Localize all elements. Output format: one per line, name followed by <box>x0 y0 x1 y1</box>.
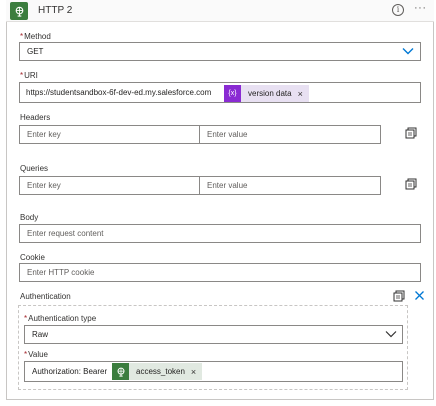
switch-to-text-mode-icon[interactable] <box>393 290 405 302</box>
token-label: version data <box>248 89 292 98</box>
method-label: *Method <box>20 32 51 41</box>
variable-icon: {x} <box>224 85 241 102</box>
authentication-type-select[interactable]: Raw <box>24 325 403 344</box>
authentication-value-text: Authorization: Bearer <box>32 367 108 376</box>
value-label: *Value <box>24 350 48 359</box>
authentication-type-value: Raw <box>32 330 49 339</box>
switch-to-text-mode-icon[interactable] <box>405 127 417 139</box>
headers-key-input[interactable]: Enter key <box>19 125 200 144</box>
authentication-value-input[interactable]: Authorization: Bearer <box>24 361 403 382</box>
access-token-token[interactable]: access_token × <box>112 363 203 380</box>
cookie-label: Cookie <box>20 253 45 262</box>
headers-value-input[interactable]: Enter value <box>199 125 381 144</box>
queries-key-input[interactable]: Enter key <box>19 176 200 195</box>
uri-label: *URI <box>20 71 38 80</box>
queries-label: Queries <box>20 164 49 173</box>
switch-to-text-mode-icon[interactable] <box>405 178 417 190</box>
more-icon[interactable]: ··· <box>414 2 427 14</box>
headers-label: Headers <box>20 113 51 122</box>
action-title[interactable]: HTTP 2 <box>38 5 72 16</box>
queries-key-placeholder: Enter key <box>27 181 61 190</box>
token-remove-icon[interactable]: × <box>191 367 196 377</box>
chevron-down-icon[interactable] <box>402 47 414 57</box>
queries-value-placeholder: Enter value <box>207 181 248 190</box>
close-icon[interactable] <box>414 290 425 301</box>
uri-value: https://studentsandbox-6f-dev-ed.my.sale… <box>26 88 212 97</box>
info-icon[interactable]: i <box>392 4 404 16</box>
headers-value-placeholder: Enter value <box>207 130 248 139</box>
authentication-label: Authentication <box>20 292 71 301</box>
method-select[interactable]: GET <box>19 42 421 61</box>
chevron-down-icon[interactable] <box>385 330 397 340</box>
version-data-token[interactable]: {x} version data × <box>224 85 309 102</box>
cookie-input[interactable]: Enter HTTP cookie <box>19 263 421 282</box>
body-label: Body <box>20 213 39 222</box>
token-remove-icon[interactable]: × <box>298 89 303 99</box>
cookie-placeholder: Enter HTTP cookie <box>27 268 95 277</box>
method-value: GET <box>27 47 44 56</box>
uri-input[interactable]: https://studentsandbox-6f-dev-ed.my.sale… <box>19 82 421 103</box>
authentication-type-label: *Authentication type <box>24 314 97 323</box>
body-placeholder: Enter request content <box>27 229 104 238</box>
body-input[interactable]: Enter request content <box>19 224 421 243</box>
globe-icon <box>10 2 28 20</box>
queries-value-input[interactable]: Enter value <box>199 176 381 195</box>
token-label: access_token <box>136 367 185 376</box>
headers-key-placeholder: Enter key <box>27 130 61 139</box>
globe-icon <box>112 363 129 380</box>
